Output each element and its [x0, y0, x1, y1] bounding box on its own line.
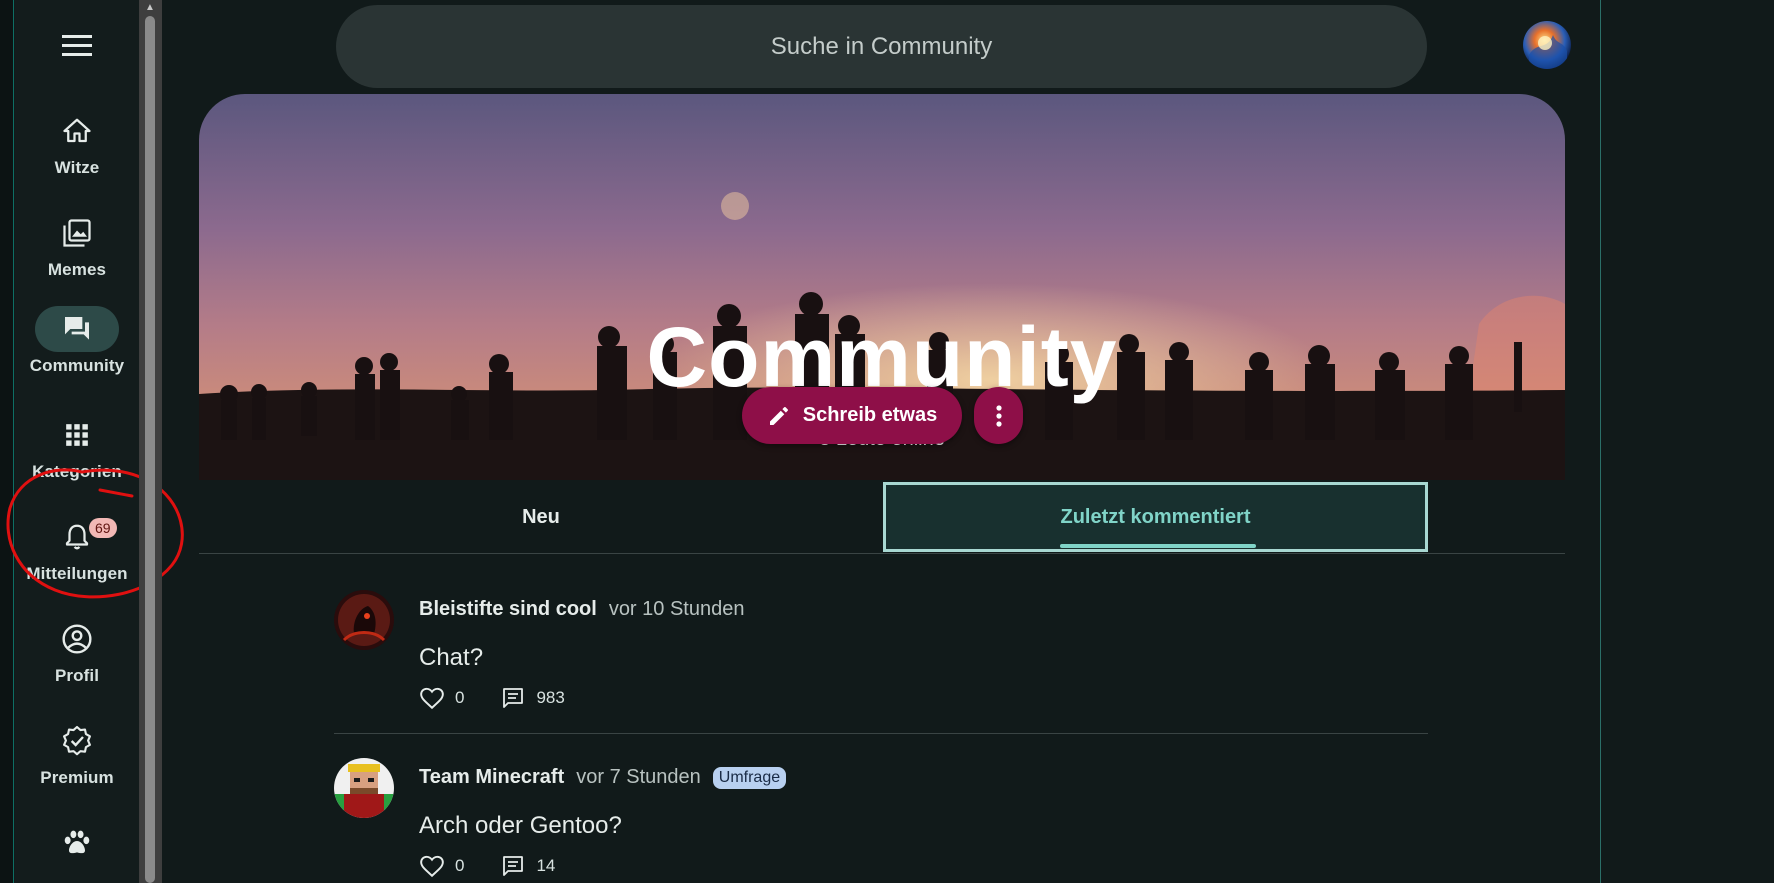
nav-item-premium[interactable]: Premium: [15, 714, 139, 810]
poll-tag-badge: Umfrage: [712, 766, 787, 789]
user-avatar[interactable]: [1523, 21, 1571, 69]
post-actions: 0 14: [419, 854, 591, 878]
menu-button[interactable]: [15, 0, 139, 92]
post-actions: 0 983: [419, 686, 601, 710]
home-icon: [63, 118, 91, 143]
content-divider: [1600, 0, 1601, 883]
post-author-avatar[interactable]: [334, 590, 394, 650]
tab-label: Neu: [522, 505, 560, 528]
nav-item-label: Witze: [54, 158, 100, 177]
search-input[interactable]: Suche in Community: [336, 5, 1427, 88]
hamburger-menu-icon: [62, 35, 92, 56]
comment-icon: [503, 688, 524, 708]
like-button[interactable]: 0: [419, 854, 464, 878]
post-text: Chat?: [419, 644, 484, 671]
window-edge: [0, 0, 14, 883]
nav-item-label: Community: [29, 356, 125, 375]
nav-item-profil[interactable]: Profil: [15, 612, 139, 708]
avatar-image: [1523, 21, 1571, 69]
nav-item-label: Memes: [47, 260, 107, 279]
post-timestamp: vor 10 Stunden: [608, 598, 745, 620]
post-author[interactable]: Bleistifte sind cool: [419, 598, 597, 621]
tab-recently-commented[interactable]: Zuletzt kommentiert: [883, 482, 1428, 552]
comment-count: 14: [536, 856, 556, 875]
post-author[interactable]: Team Minecraft: [419, 766, 564, 789]
nav-item-community[interactable]: Community: [15, 302, 139, 398]
image-library-icon: [63, 219, 91, 247]
like-count: 0: [455, 688, 465, 707]
heart-icon: [420, 687, 444, 710]
tab-active-indicator: [1060, 544, 1256, 548]
verified-badge-icon: [62, 725, 91, 756]
pencil-icon: [769, 406, 788, 425]
search-placeholder: Suche in Community: [770, 32, 993, 60]
post-header: Team Minecraft vor 7 Stunden Umfrage: [419, 766, 787, 789]
navigation-rail: Witze Memes Community Kategorien 69 Mitt…: [15, 0, 139, 883]
heart-icon: [420, 855, 444, 878]
write-post-label: Schreib etwas: [802, 404, 938, 426]
comments-button[interactable]: 983: [500, 686, 565, 710]
avatar-image: [334, 590, 394, 650]
like-button[interactable]: 0: [419, 686, 464, 710]
nav-item-label: Profil: [54, 666, 100, 685]
grid-icon: [66, 424, 88, 446]
post-timestamp: vor 7 Stunden: [576, 766, 701, 788]
vertical-scrollbar[interactable]: ▲: [139, 0, 162, 883]
paw-icon: [64, 830, 90, 854]
tab-label: Zuletzt kommentiert: [1060, 505, 1251, 528]
forum-icon: [65, 317, 89, 340]
comments-button[interactable]: 14: [500, 854, 555, 878]
comment-count: 983: [536, 688, 565, 707]
post-header: Bleistifte sind cool vor 10 Stunden: [419, 598, 744, 621]
tabs-divider: [199, 553, 1565, 554]
like-count: 0: [455, 856, 465, 875]
avatar-image: [334, 758, 394, 818]
scrollbar-thumb[interactable]: [145, 16, 155, 883]
more-options-button[interactable]: [974, 387, 1023, 444]
write-post-button[interactable]: Schreib etwas: [742, 387, 962, 444]
post-card[interactable]: Team Minecraft vor 7 Stunden Umfrage Arc…: [334, 758, 1428, 883]
post-author-avatar[interactable]: [334, 758, 394, 818]
nav-item-memes[interactable]: Memes: [15, 206, 139, 302]
account-circle-icon: [62, 624, 92, 654]
nav-item-pets[interactable]: [15, 816, 139, 883]
annotation-circle: [6, 468, 184, 599]
post-card[interactable]: Bleistifte sind cool vor 10 Stunden Chat…: [334, 590, 1428, 740]
post-text: Arch oder Gentoo?: [419, 812, 622, 839]
nav-item-witze[interactable]: Witze: [15, 104, 139, 200]
more-vertical-icon: [995, 404, 1002, 427]
nav-item-label: Premium: [40, 768, 114, 787]
app-window: Witze Memes Community Kategorien 69 Mitt…: [0, 0, 1774, 883]
tab-new[interactable]: Neu: [199, 482, 883, 552]
scroll-up-arrow-icon[interactable]: ▲: [142, 2, 158, 14]
comment-icon: [503, 856, 524, 876]
post-divider: [334, 733, 1428, 734]
